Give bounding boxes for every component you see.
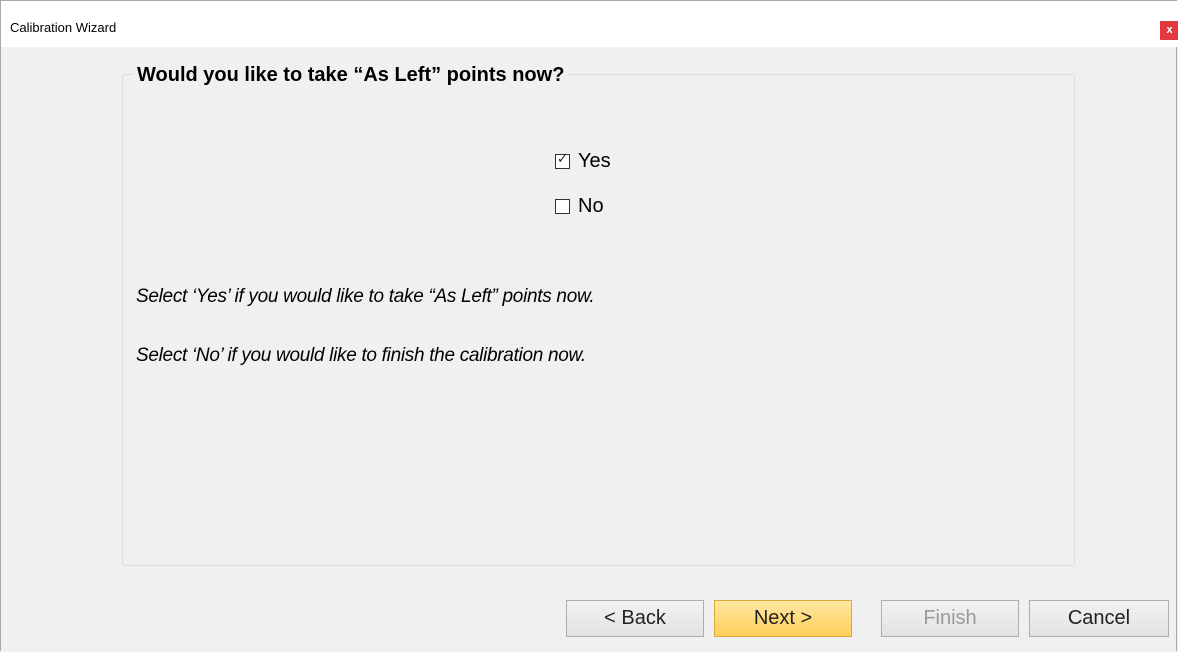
- yes-label[interactable]: Yes: [578, 150, 611, 173]
- groupbox-title: Would you like to take “As Left” points …: [133, 64, 569, 87]
- checkmark-icon: ✓: [557, 152, 568, 167]
- help-text-no: Select ‘No’ if you would like to finish …: [136, 345, 586, 366]
- close-icon: x: [1166, 24, 1173, 36]
- as-left-groupbox: [122, 74, 1075, 566]
- back-button[interactable]: < Back: [566, 600, 704, 637]
- no-checkbox-option[interactable]: No: [555, 195, 604, 218]
- window-title: Calibration Wizard: [10, 20, 117, 35]
- next-button[interactable]: Next >: [714, 600, 852, 637]
- finish-button[interactable]: Finish: [881, 600, 1019, 637]
- no-label[interactable]: No: [578, 195, 604, 218]
- yes-checkbox[interactable]: ✓: [555, 152, 570, 169]
- help-text-yes: Select ‘Yes’ if you would like to take “…: [136, 286, 595, 307]
- title-bar[interactable]: Calibration Wizard x: [1, 1, 1178, 47]
- cancel-button[interactable]: Cancel: [1029, 600, 1169, 637]
- close-button[interactable]: x: [1160, 21, 1178, 40]
- calibration-wizard-window: Calibration Wizard x Would you like to t…: [0, 0, 1178, 651]
- yes-checkbox-option[interactable]: ✓ Yes: [555, 150, 611, 173]
- no-checkbox[interactable]: [555, 199, 570, 214]
